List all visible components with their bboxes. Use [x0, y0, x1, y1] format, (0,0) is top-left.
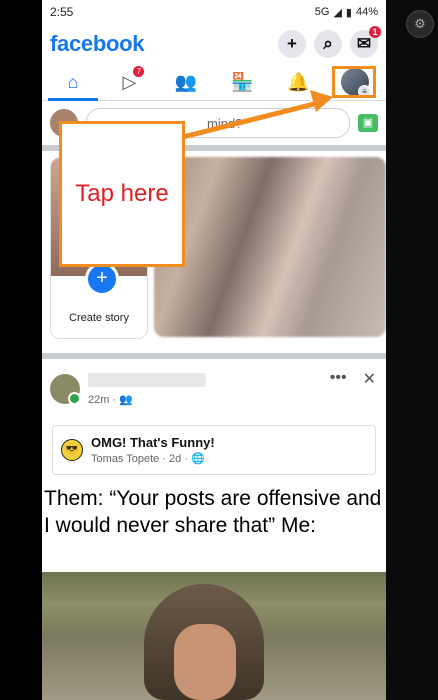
shared-meta: Tomas Topete · 2d · 🌐: [91, 452, 215, 465]
photo-icon[interactable]: ▣: [358, 114, 378, 132]
post-actions: ••• ✕: [330, 369, 376, 389]
video-icon[interactable]: ▷ 7: [112, 66, 146, 98]
tap-here-label: Tap here: [75, 180, 169, 207]
post-header: 22m · 👥 ••• ✕: [42, 359, 386, 411]
battery-icon: ▮: [345, 6, 352, 19]
more-options-icon[interactable]: •••: [330, 369, 347, 389]
signal-icon: ◢: [333, 6, 342, 19]
post-avatar[interactable]: [50, 374, 81, 405]
search-icon[interactable]: ⌕: [314, 30, 342, 58]
shared-meta-text: Tomas Topete · 2d ·: [91, 453, 189, 465]
top-actions: + ⌕ ✉ 1: [278, 26, 381, 58]
page-avatar: 😎: [61, 439, 83, 461]
shared-info: OMG! That's Funny! Tomas Topete · 2d · 🌐: [91, 435, 215, 465]
post-author-block: 22m · 👥: [88, 372, 206, 406]
messenger-badge: 1: [369, 26, 381, 38]
post-image[interactable]: [42, 572, 386, 700]
post-author-name[interactable]: [88, 372, 206, 387]
friends-icon[interactable]: 👥: [169, 66, 203, 98]
friends-audience-icon: 👥: [119, 393, 133, 406]
signal-label: 5G: [314, 6, 330, 18]
top-bar: facebook + ⌕ ✉ 1: [42, 24, 386, 64]
bell-icon[interactable]: 🔔: [282, 66, 316, 98]
profile-highlight-box: [332, 66, 376, 98]
plus-icon[interactable]: +: [278, 30, 306, 58]
video-badge: 7: [133, 66, 145, 77]
home-icon[interactable]: ⌂: [48, 66, 98, 101]
phone-screen: 2:55 5G ◢ ▮ 44% facebook + ⌕ ✉ 1 ⌂ ▷ 7 👥 🏪…: [42, 0, 386, 700]
close-icon[interactable]: ✕: [363, 369, 376, 389]
status-time: 2:55: [50, 5, 74, 19]
story-card[interactable]: [154, 157, 386, 337]
tap-here-callout: Tap here: [59, 121, 185, 267]
online-dot: [68, 392, 81, 405]
marketplace-icon[interactable]: 🏪: [225, 66, 259, 98]
face-shape: [174, 624, 236, 700]
right-screen-edge: ⚙: [386, 0, 438, 700]
post-time: 22m: [88, 393, 110, 406]
status-bar: 2:55 5G ◢ ▮ 44%: [42, 0, 386, 24]
post-text: Them: “Your posts are offensive and I wo…: [44, 487, 382, 537]
globe-icon: 🌐: [191, 453, 205, 465]
battery-text: 44%: [355, 6, 378, 18]
messenger-icon[interactable]: ✉ 1: [350, 26, 381, 58]
left-screen-edge: [0, 0, 42, 700]
facebook-logo: facebook: [50, 31, 145, 56]
shared-page-title[interactable]: OMG! That's Funny!: [91, 435, 215, 450]
create-story-label: Create story: [69, 312, 129, 324]
settings-icon[interactable]: ⚙: [406, 10, 434, 38]
add-story-icon[interactable]: +: [85, 262, 119, 296]
shared-from-card[interactable]: 😎 OMG! That's Funny! Tomas Topete · 2d ·…: [52, 425, 376, 475]
post-meta: 22m · 👥: [88, 393, 133, 406]
status-right: 5G ◢ ▮ 44%: [315, 6, 378, 19]
